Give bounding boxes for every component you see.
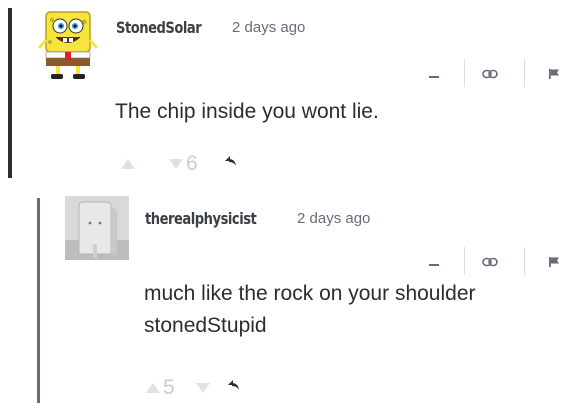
collapse-button[interactable] [424, 63, 444, 85]
flag-icon [549, 69, 559, 79]
upvote-arrow-icon [146, 383, 160, 393]
downvote-count: 6 [186, 152, 198, 175]
divider [464, 247, 465, 275]
flag-button[interactable] [544, 63, 564, 85]
downvote-arrow-icon [169, 159, 183, 169]
comment: StonedSolar 2 days ago The chip inside y… [0, 0, 578, 180]
avatar[interactable] [65, 196, 129, 260]
spongebob-avatar-icon [36, 8, 100, 80]
collapse-button[interactable] [424, 251, 444, 273]
thread-indicator [8, 8, 12, 178]
flag-icon [549, 257, 559, 267]
link-icon [482, 257, 498, 267]
minus-icon [429, 76, 439, 78]
reply-icon [228, 380, 239, 390]
comment-reply: therealphysicist 2 days ago much like th… [0, 192, 578, 403]
minus-icon [429, 264, 439, 266]
divider [524, 59, 525, 87]
permalink-button[interactable] [480, 63, 500, 85]
comment-body: much like the rock on your shoulder ston… [144, 282, 476, 337]
reply-button[interactable] [224, 154, 238, 173]
reply-button[interactable] [227, 378, 241, 397]
link-icon [482, 69, 498, 79]
divider [464, 59, 465, 87]
comment-body: The chip inside you wont lie. [115, 100, 379, 123]
reply-icon [225, 156, 236, 166]
timestamp[interactable]: 2 days ago [297, 210, 370, 227]
author-name[interactable]: StonedSolar [116, 18, 202, 37]
upvote-count: 5 [163, 376, 175, 399]
timestamp[interactable]: 2 days ago [232, 19, 305, 36]
default-avatar-icon [65, 196, 129, 260]
thread-indicator [37, 198, 40, 403]
upvote-button[interactable] [120, 152, 138, 176]
upvote-button[interactable]: 5 [145, 376, 175, 400]
permalink-button[interactable] [480, 251, 500, 273]
upvote-arrow-icon [121, 159, 135, 169]
downvote-button[interactable]: 6 [168, 152, 198, 176]
avatar[interactable] [36, 8, 100, 80]
author-name[interactable]: therealphysicist [145, 209, 257, 228]
flag-button[interactable] [544, 251, 564, 273]
downvote-button[interactable] [195, 376, 213, 400]
divider [524, 247, 525, 275]
downvote-arrow-icon [196, 383, 210, 393]
